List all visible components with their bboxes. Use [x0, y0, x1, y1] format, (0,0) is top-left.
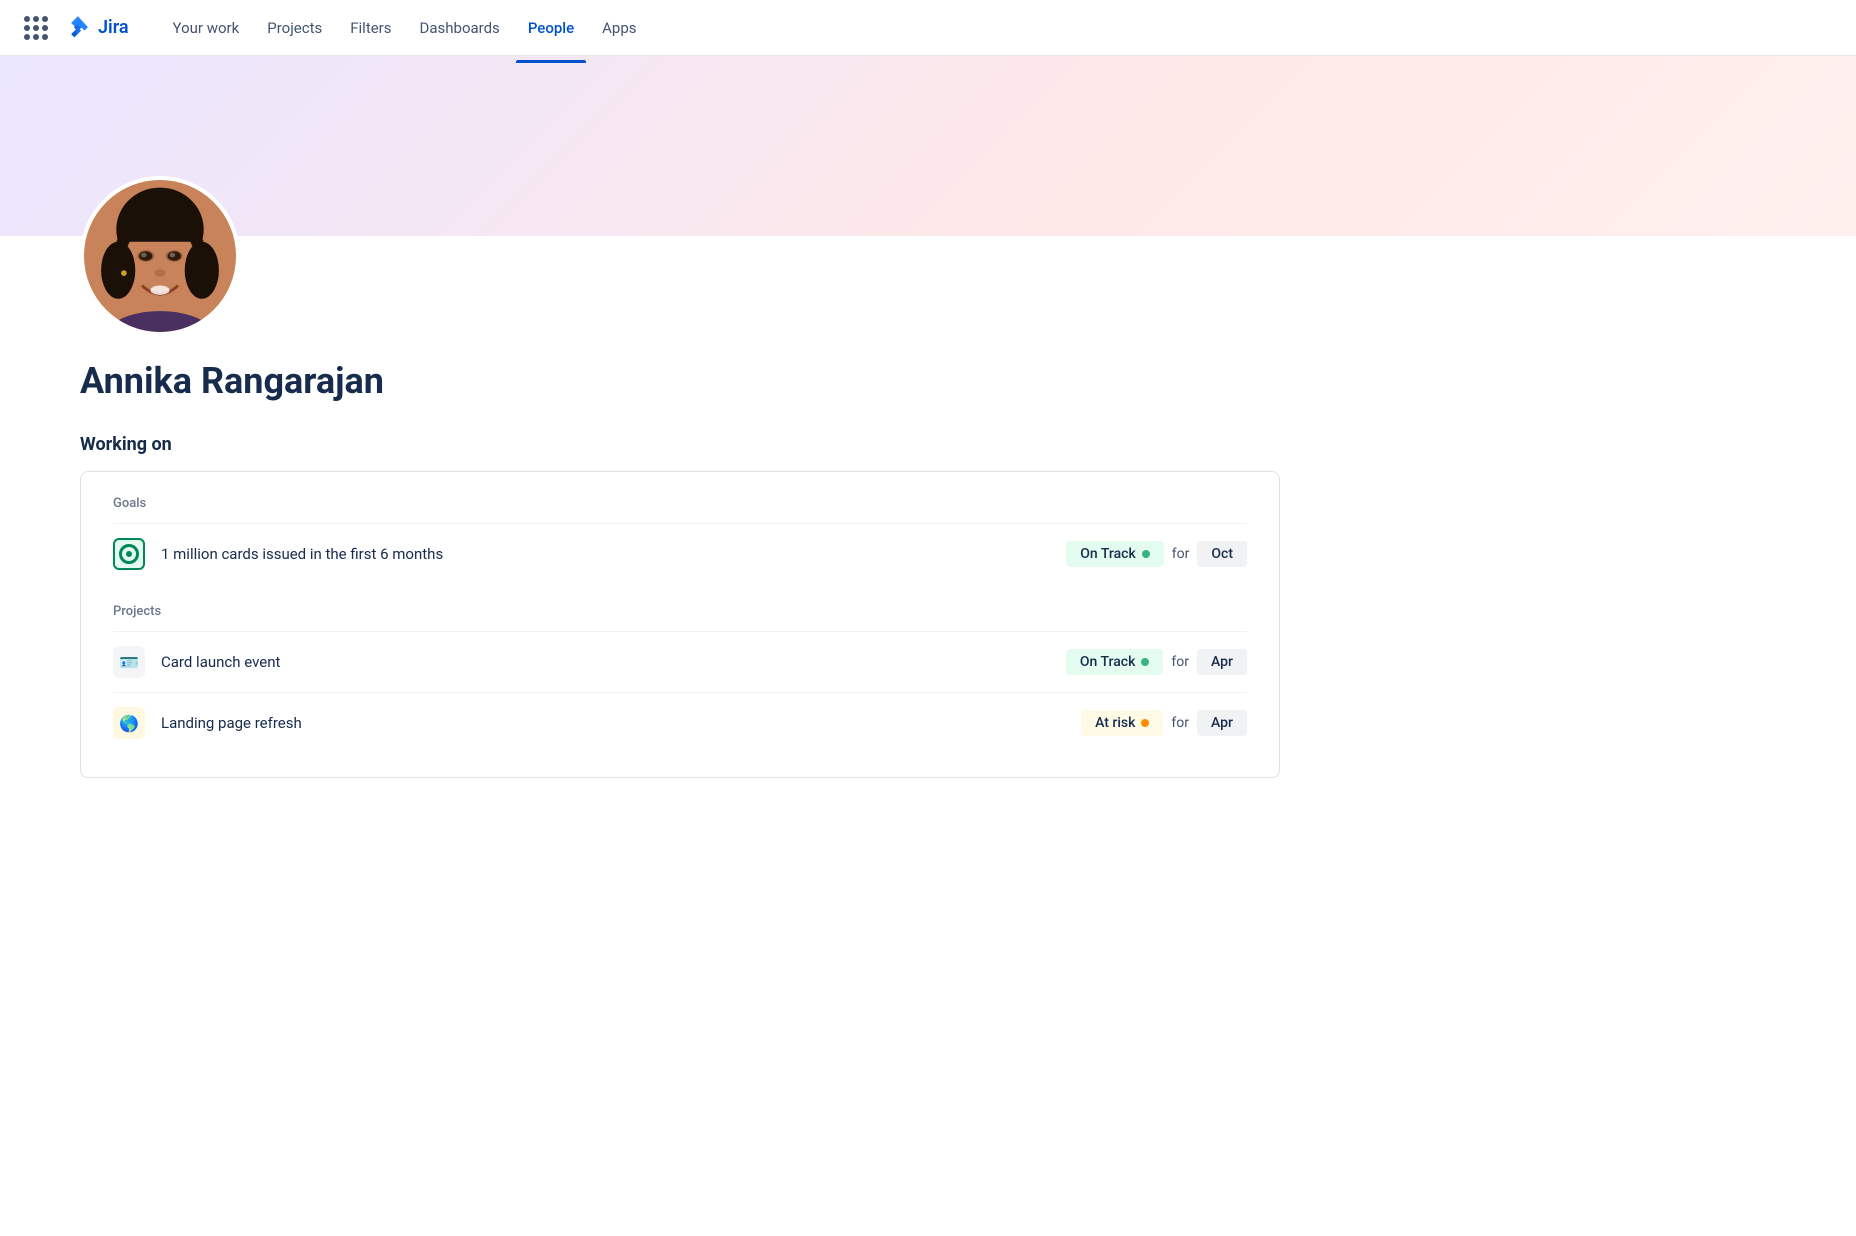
goal-status-dot [1142, 550, 1150, 558]
project-icon-1: 🌎 [113, 707, 145, 739]
nav-item-projects[interactable]: Projects [255, 11, 334, 45]
dot [24, 25, 30, 31]
project-row-1[interactable]: 🌎 Landing page refresh At risk for Apr [113, 692, 1247, 753]
goals-section: Goals 1 million cards issued in the firs… [113, 496, 1247, 584]
project-status-badge-1: At risk [1081, 710, 1163, 736]
project-status-text-1: At risk [1095, 715, 1135, 731]
project-for-label-1: for [1167, 715, 1193, 731]
projects-section: Projects 🪪 Card launch event On Track fo… [113, 604, 1247, 753]
project-row-0[interactable]: 🪪 Card launch event On Track for Apr [113, 631, 1247, 692]
goal-month-badge: Oct [1197, 541, 1247, 567]
dot [33, 25, 39, 31]
working-on-card: Goals 1 million cards issued in the firs… [80, 471, 1280, 778]
project-for-label-0: for [1167, 654, 1193, 670]
goal-status-text: On Track [1080, 546, 1136, 562]
project-text-0: Card launch event [161, 653, 1066, 671]
app-switcher-button[interactable] [24, 16, 48, 40]
hero-banner [0, 56, 1856, 236]
avatar-image [84, 180, 236, 332]
projects-label: Projects [113, 604, 1247, 619]
dot [33, 34, 39, 40]
nav-item-people[interactable]: People [516, 11, 586, 45]
goal-status-group: On Track for Oct [1066, 541, 1247, 567]
working-on-title: Working on [80, 434, 1776, 455]
nav-item-apps[interactable]: Apps [590, 11, 648, 45]
goal-text: 1 million cards issued in the first 6 mo… [161, 545, 1066, 563]
jira-logo-text: Jira [98, 17, 129, 38]
goals-label: Goals [113, 496, 1247, 511]
goal-icon [113, 538, 145, 570]
project-status-badge-0: On Track [1066, 649, 1164, 675]
project-status-text-0: On Track [1080, 654, 1136, 670]
project-status-dot-0 [1141, 658, 1149, 666]
nav-item-filters[interactable]: Filters [338, 11, 403, 45]
goal-row[interactable]: 1 million cards issued in the first 6 mo… [113, 523, 1247, 584]
dot [24, 34, 30, 40]
project-month-badge-0: Apr [1197, 649, 1247, 675]
nav-item-dashboards[interactable]: Dashboards [408, 11, 512, 45]
jira-logo[interactable]: Jira [64, 14, 129, 42]
project-status-group-1: At risk for Apr [1081, 710, 1247, 736]
avatar [80, 176, 240, 336]
goal-for-label: for [1168, 546, 1194, 562]
project-month-badge-1: Apr [1197, 710, 1247, 736]
nav-items: Your work Projects Filters Dashboards Pe… [161, 11, 1832, 45]
project-status-group-0: On Track for Apr [1066, 649, 1247, 675]
project-status-dot-1 [1141, 719, 1149, 727]
dot [42, 16, 48, 22]
dot [24, 16, 30, 22]
goal-status-badge: On Track [1066, 541, 1164, 567]
dot [42, 25, 48, 31]
dot [42, 34, 48, 40]
goal-icon-inner [119, 544, 139, 564]
project-icon-0: 🪪 [113, 646, 145, 678]
avatar-wrapper [80, 176, 240, 336]
user-name: Annika Rangarajan [80, 360, 1776, 402]
profile-section: Annika Rangarajan Working on Goals 1 mil… [0, 236, 1856, 778]
navbar: Jira Your work Projects Filters Dashboar… [0, 0, 1856, 56]
nav-item-your-work[interactable]: Your work [161, 11, 252, 45]
dot [33, 16, 39, 22]
project-text-1: Landing page refresh [161, 714, 1081, 732]
